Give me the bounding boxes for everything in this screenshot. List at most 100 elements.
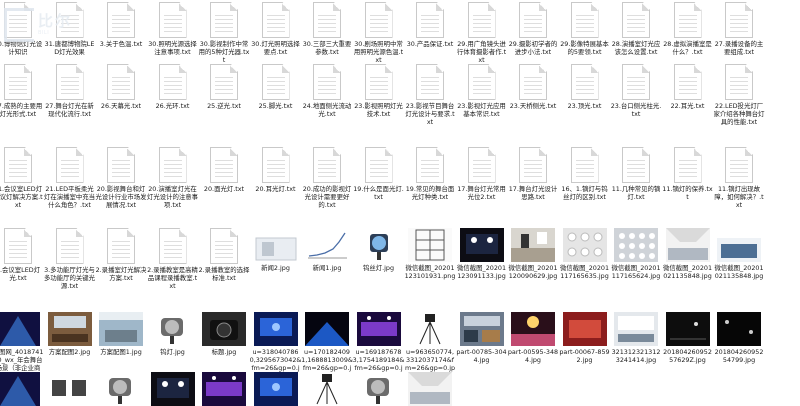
text-file-icon: [158, 2, 187, 38]
text-file-icon: [55, 147, 84, 183]
file-name-label: 26.天幕光.txt: [100, 102, 142, 110]
file-name-label: 20.影视舞台和灯光设计行业市场发展情况.txt: [95, 185, 147, 209]
text-file-icon: [107, 2, 135, 38]
image-thumbnail-icon: [0, 372, 40, 406]
image-thumbnail-icon: [459, 312, 504, 346]
image-thumbnail-icon: [614, 312, 658, 346]
image-thumbnail-icon: [150, 372, 195, 406]
text-file-icon: [107, 147, 135, 183]
image-thumbnail-icon: [99, 372, 143, 406]
image-thumbnail-icon: [202, 312, 246, 346]
file-name-label: 19.常见的舞台面光灯种类.txt: [405, 185, 455, 201]
text-file-icon: [622, 147, 650, 183]
file-name-label: 25.逆光.txt: [207, 102, 241, 110]
text-file-icon: [210, 64, 238, 100]
logo-mark-icon: [4, 8, 34, 42]
text-file-icon: [725, 2, 753, 38]
image-thumbnail-icon: [0, 312, 40, 346]
image-thumbnail-icon: [408, 372, 452, 406]
text-file-icon: [467, 147, 496, 183]
file-name-label: 17.舞台灯光设计思路.txt: [508, 185, 558, 201]
file-name-label: 16、1.镝灯与钨丝灯的区别.txt: [561, 185, 608, 201]
file-name-label: 30.照明光源选择注意事项.txt: [148, 40, 197, 56]
image-thumbnail-icon: [459, 228, 504, 262]
text-file-icon: [416, 147, 444, 183]
text-file-icon: [364, 147, 393, 183]
text-file-icon: [210, 2, 238, 38]
image-thumbnail-icon: [511, 228, 555, 262]
image-thumbnail-icon: [356, 372, 401, 406]
file-name-label: 微信截图_20201021135848.jpg: [662, 264, 713, 280]
text-file-icon: [622, 2, 650, 38]
text-file-icon: [4, 64, 32, 100]
file-name-label: 17.舞台灯光常用光位2.txt: [457, 185, 506, 201]
image-thumbnail-icon: [356, 312, 401, 346]
file-name-label: 11.几种常见的镝灯.txt: [611, 185, 661, 201]
file-name-label: 26.光环.txt: [155, 102, 190, 110]
file-name-label: 微信截图_20201123091133.jpg: [456, 264, 507, 280]
text-file-icon: [570, 64, 599, 100]
file-name-label: 23.影视照明灯光技术.txt: [354, 102, 403, 118]
file-name-label: 钨丝灯.jpg: [362, 264, 395, 272]
text-file-icon: [261, 64, 290, 100]
image-thumbnail-icon: [511, 312, 555, 346]
file-name-label: 标题.jpg: [211, 348, 237, 356]
text-file-icon: [210, 228, 238, 264]
file-name-label: 28.演播室灯光应该怎么设置.txt: [611, 40, 661, 56]
file-name-label: 29.摄影初学者的进步小法.txt: [508, 40, 558, 56]
image-thumbnail-icon: [356, 228, 401, 262]
text-file-icon: [158, 64, 187, 100]
watermark-name: 比尔: [38, 12, 73, 30]
text-file-icon: [55, 228, 84, 264]
file-name-label: 3213123213123241414.jpg: [611, 348, 661, 364]
watermark-logo: 比尔 BILI: [4, 8, 104, 48]
file-name-label: 2.录播教室是高精品课程录播教室.txt: [147, 266, 198, 290]
file-name-label: 3.多功能厅灯光与多功能厅的关键光源.txt: [43, 266, 96, 290]
file-name-label: 22.LED投光灯厂家介绍各种舞台灯具的性能.txt: [713, 102, 765, 126]
file-name-label: 20.耳光灯.txt: [255, 185, 296, 193]
file-name-label: 微信截图_20201021135848.jpg: [714, 264, 764, 280]
file-name-label: 20180426095254799.jpg: [714, 348, 764, 364]
image-thumbnail-icon: [47, 312, 92, 346]
file-name-label: 30.产品保证.txt: [406, 40, 454, 48]
file-name-label: 3.会议室LED灯光.txt: [0, 266, 41, 282]
text-file-icon: [467, 2, 496, 38]
image-thumbnail-icon: [408, 228, 452, 262]
file-name-label: 30.灯光照明选择要点.txt: [251, 40, 300, 56]
image-thumbnail-icon: [47, 372, 92, 406]
text-file-icon: [4, 228, 32, 264]
text-file-icon: [313, 64, 341, 100]
file-name-label: 11.镝灯的保养.txt: [662, 185, 713, 201]
image-thumbnail-icon: [253, 228, 298, 262]
file-explorer-grid: 30.博物馆灯光设计知识31.唐都博物院LED灯光效果3.关于色温.txt30.…: [0, 0, 800, 406]
text-file-icon: [519, 147, 547, 183]
file-name-label: 方案配图1.jpg: [100, 348, 142, 356]
text-file-icon: [364, 2, 393, 38]
file-name-label: 24.地面侧光流动光.txt: [302, 102, 352, 118]
file-name-label: 23.影视节目舞台灯光设计与要求.txt: [405, 102, 455, 126]
image-thumbnail-icon: [665, 228, 710, 262]
file-name-label: 29.用广角镜头进行体育摄影者作.txt: [456, 40, 507, 64]
text-file-icon: [416, 2, 444, 38]
watermark-sub: BILI: [38, 30, 50, 36]
image-thumbnail-icon: [305, 228, 349, 262]
text-file-icon: [519, 2, 547, 38]
file-name-label: 30.影视制作中常用的5种灯光器.txt: [198, 40, 250, 64]
file-name-label: 29.影像特展基本的5要领.txt: [560, 40, 609, 56]
image-thumbnail-icon: [202, 372, 246, 406]
file-name-label: 27.舞台灯光在新现代化流行.txt: [45, 102, 94, 118]
image-thumbnail-icon: [408, 312, 452, 346]
text-file-icon: [313, 2, 341, 38]
file-name-label: 微信截图_20201123101931.png: [404, 264, 456, 280]
image-thumbnail-icon: [614, 228, 658, 262]
image-thumbnail-icon: [562, 228, 607, 262]
file-name-label: 20180426095257629Z.jpg: [663, 348, 712, 364]
text-file-icon: [622, 64, 650, 100]
text-file-icon: [158, 228, 187, 264]
file-name-label: 2.录播教室的选择标准.txt: [198, 266, 250, 282]
image-thumbnail-icon: [253, 312, 298, 346]
file-name-label: 微信截图_20201117165635.jpg: [559, 264, 610, 280]
text-file-icon: [107, 64, 135, 100]
image-thumbnail-icon: [562, 312, 607, 346]
text-file-icon: [210, 147, 238, 183]
